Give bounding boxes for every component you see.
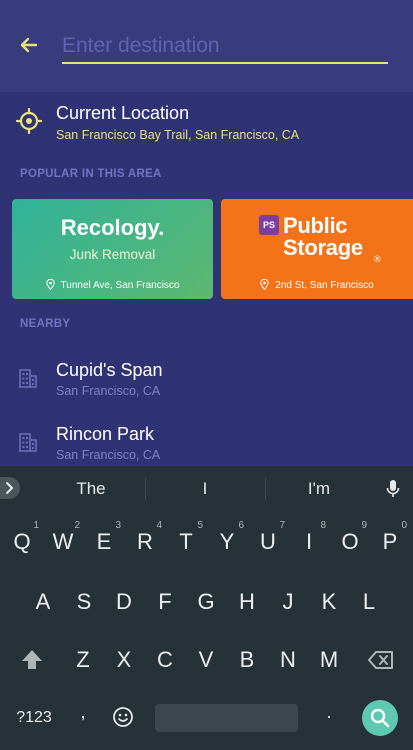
search-icon [370, 708, 390, 728]
current-location-address: San Francisco Bay Trail, San Francisco, … [56, 128, 300, 142]
shift-key[interactable] [12, 634, 52, 686]
current-location-title: Current Location [56, 103, 190, 123]
destination-input[interactable] [62, 30, 388, 64]
key-hint: 6 [238, 520, 244, 531]
key-hint: 8 [320, 520, 326, 531]
key-a[interactable]: A [23, 576, 63, 628]
key-label: R [137, 529, 153, 554]
key-label: P [382, 529, 398, 554]
suggestion-3[interactable]: I'm [269, 479, 369, 499]
key-o[interactable]: O9 [330, 516, 370, 568]
key-e[interactable]: E3 [84, 516, 124, 568]
card-location: 2nd St, San Francisco [221, 279, 413, 291]
emoji-icon[interactable] [112, 706, 134, 728]
key-i[interactable]: I8 [289, 516, 329, 568]
key-label: Y [219, 529, 235, 554]
recology-tagline: Junk Removal [69, 247, 156, 262]
map-pin-icon [45, 279, 55, 290]
key-c[interactable]: C [145, 634, 185, 686]
key-p[interactable]: P0 [370, 516, 410, 568]
nearby-item-title: Rincon Park [56, 424, 155, 444]
backspace-key[interactable] [360, 634, 400, 686]
recology-logo: Recology. [60, 215, 165, 240]
key-hint: 3 [115, 520, 121, 531]
key-hint: 0 [401, 520, 407, 531]
crosshair-location-icon [16, 108, 42, 134]
key-t[interactable]: T5 [166, 516, 206, 568]
key-label: O [341, 529, 359, 554]
chevron-right-icon [6, 482, 14, 494]
microphone-icon[interactable] [386, 479, 400, 499]
building-icon [19, 369, 37, 388]
search-action-key[interactable] [362, 700, 398, 736]
key-z[interactable]: Z [63, 634, 103, 686]
space-bar[interactable] [155, 704, 298, 732]
key-k[interactable]: K [309, 576, 349, 628]
key-b[interactable]: B [227, 634, 267, 686]
key-w[interactable]: W2 [43, 516, 83, 568]
nearby-item-subtitle: San Francisco, CA [56, 448, 161, 462]
divider [265, 478, 266, 500]
expand-suggestions-button[interactable] [0, 477, 20, 499]
period-key[interactable]: . [319, 702, 339, 732]
symbols-key[interactable]: ?123 [6, 704, 62, 732]
key-h[interactable]: H [227, 576, 267, 628]
divider [145, 478, 146, 500]
key-hint: 9 [361, 520, 367, 531]
key-d[interactable]: D [104, 576, 144, 628]
key-s[interactable]: S [64, 576, 104, 628]
suggestion-2[interactable]: I [155, 479, 255, 499]
key-u[interactable]: U7 [248, 516, 288, 568]
suggestion-1[interactable]: The [41, 479, 141, 499]
key-x[interactable]: X [104, 634, 144, 686]
search-header [0, 0, 413, 92]
on-screen-keyboard: The I I'm Q1 W2 E3 R4 T5 Y6 U7 I8 O9 P0 … [0, 466, 413, 750]
key-label: E [96, 529, 112, 554]
key-label: U [260, 529, 276, 554]
nearby-section-label: NEARBY [20, 318, 71, 330]
back-arrow-icon[interactable] [14, 30, 44, 60]
key-hint: 7 [279, 520, 285, 531]
shift-arrow-icon [22, 650, 42, 669]
key-hint: 2 [74, 520, 80, 531]
public-storage-logo-badge: PS [259, 215, 279, 235]
key-label: Q [13, 529, 31, 554]
key-hint: 1 [33, 520, 39, 531]
card-location-text: 2nd St, San Francisco [275, 280, 374, 291]
map-pin-icon [260, 279, 269, 290]
key-g[interactable]: G [186, 576, 226, 628]
key-y[interactable]: Y6 [207, 516, 247, 568]
public-storage-logo-line2: Storage [283, 235, 363, 260]
key-j[interactable]: J [268, 576, 308, 628]
registered-mark: ® [374, 254, 381, 264]
key-label: I [305, 529, 313, 554]
current-location-row[interactable]: Current Location San Francisco Bay Trail… [0, 92, 413, 156]
backspace-icon [368, 651, 393, 669]
key-f[interactable]: F [145, 576, 185, 628]
key-m[interactable]: M [309, 634, 349, 686]
key-hint: 5 [197, 520, 203, 531]
key-n[interactable]: N [268, 634, 308, 686]
nearby-item-subtitle: San Francisco, CA [56, 384, 161, 398]
popular-section-label: POPULAR IN THIS AREA [20, 168, 162, 180]
nearby-item-title: Cupid's Span [56, 360, 163, 380]
key-q[interactable]: Q1 [2, 516, 42, 568]
key-v[interactable]: V [186, 634, 226, 686]
key-hint: 4 [156, 520, 162, 531]
key-label: W [52, 529, 74, 554]
suggestion-strip: The I I'm [0, 466, 413, 512]
nearby-item[interactable]: Cupid's Span San Francisco, CA [0, 352, 413, 412]
key-l[interactable]: L [349, 576, 389, 628]
key-label: T [179, 529, 193, 554]
card-location: Tunnel Ave, San Francisco [12, 279, 213, 291]
card-location-text: Tunnel Ave, San Francisco [60, 280, 180, 291]
building-icon [19, 433, 37, 452]
popular-card-public-storage[interactable]: PS Public Storage ® 2nd St, San Francisc… [221, 199, 413, 299]
popular-card-recology[interactable]: Recology. Junk Removal Tunnel Ave, San F… [12, 199, 213, 299]
key-r[interactable]: R4 [125, 516, 165, 568]
comma-key[interactable]: , [72, 702, 94, 732]
